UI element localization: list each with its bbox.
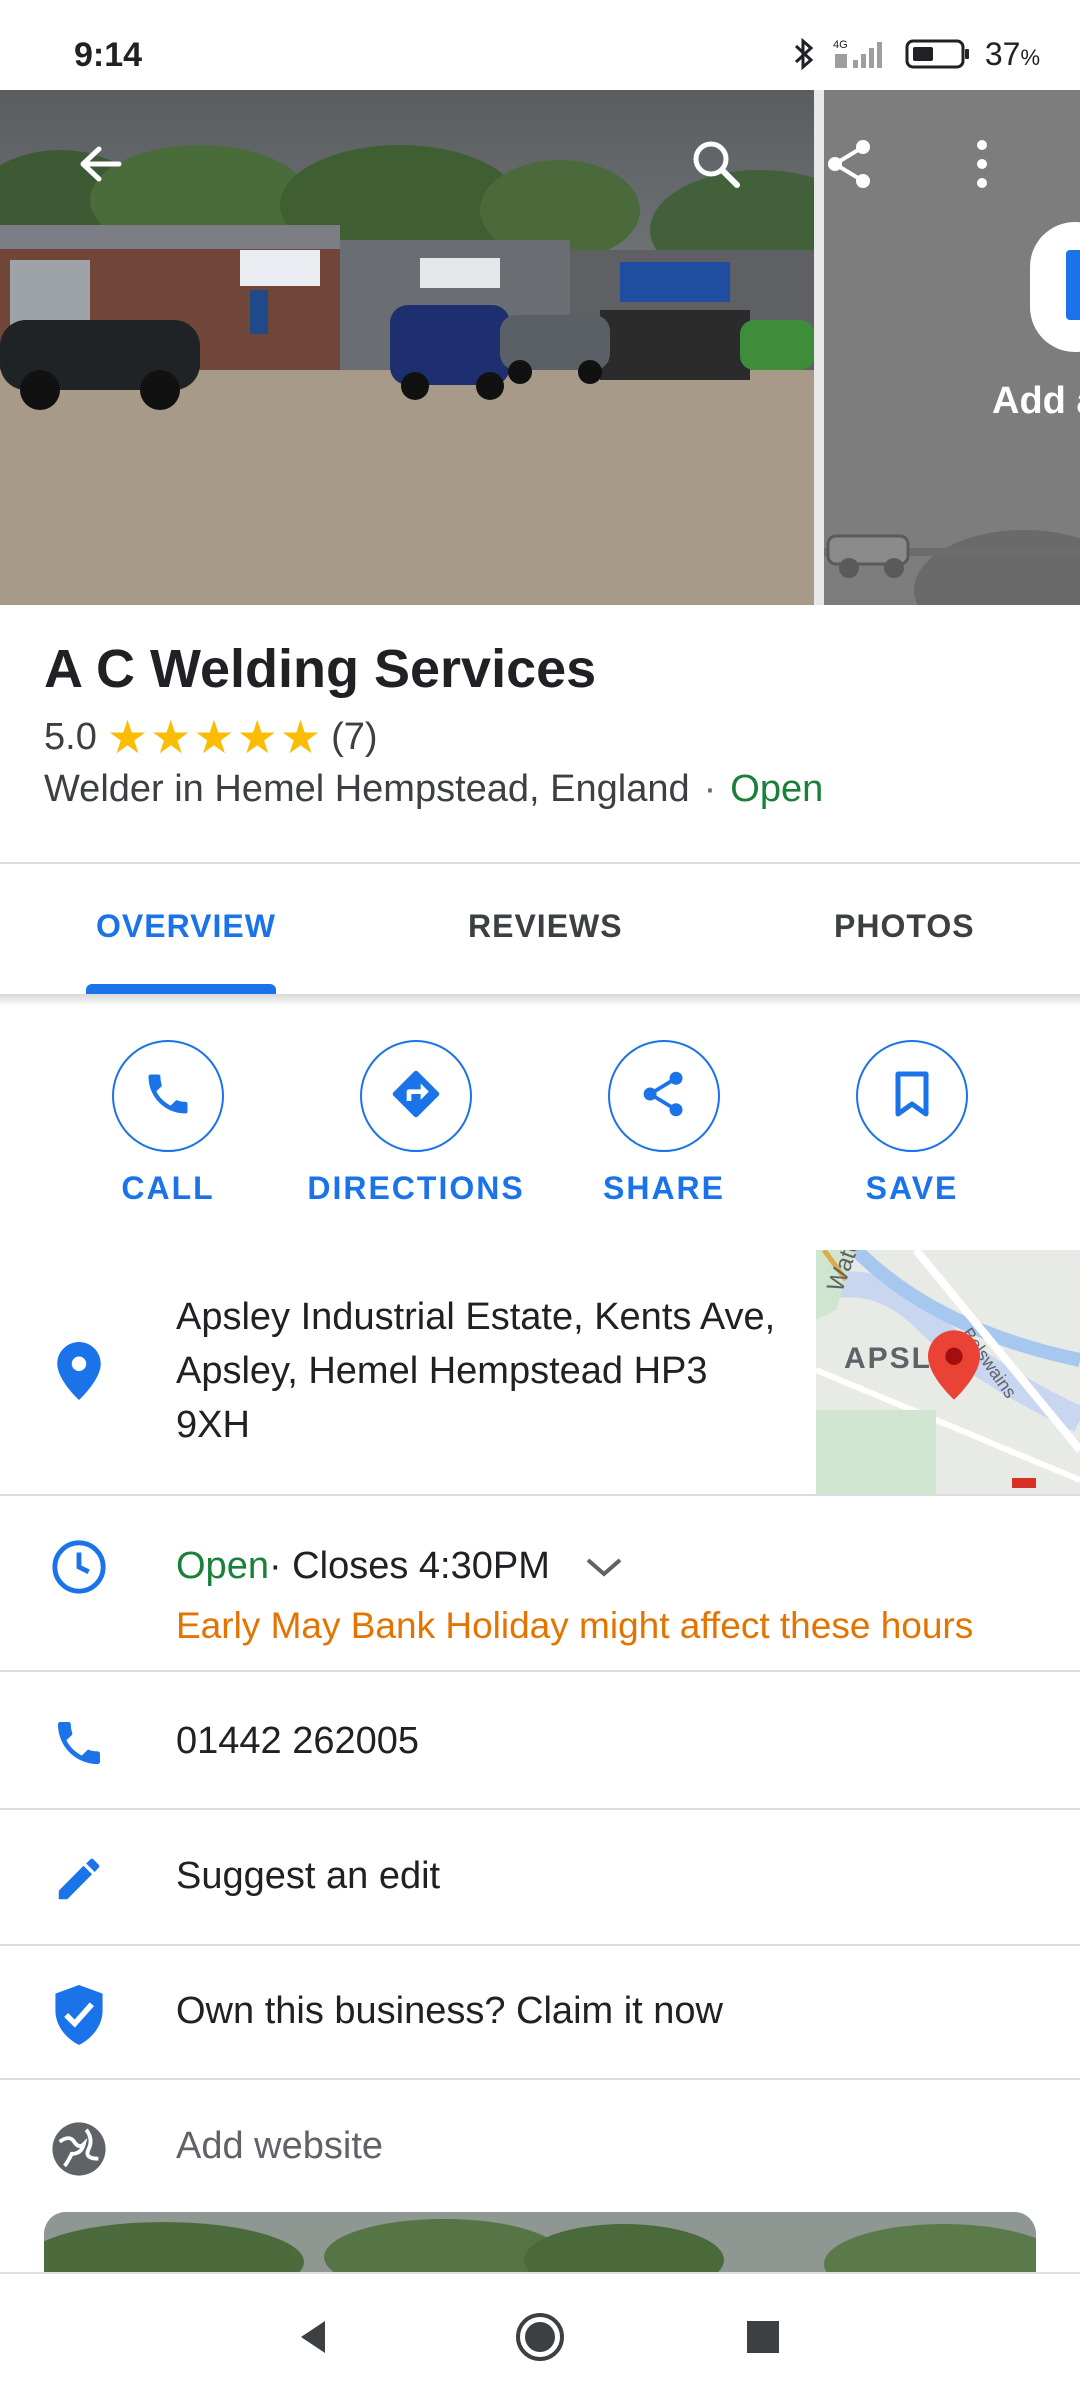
clock-icon — [44, 1532, 114, 1602]
tabs-shadow — [0, 994, 1080, 1006]
star-icon: ★ — [236, 711, 278, 763]
call-label: CALL — [121, 1170, 215, 1206]
search-icon — [689, 137, 743, 196]
share-button[interactable]: SHARE — [544, 1040, 784, 1207]
status-time: 9:14 — [74, 36, 143, 74]
tab-overview[interactable]: OVERVIEW — [96, 908, 276, 945]
claim-business-link[interactable]: Own this business? Claim it now — [176, 1990, 723, 2033]
more-options-button[interactable] — [942, 126, 1022, 206]
divider — [0, 1494, 1080, 1496]
verified-shield-icon — [44, 1980, 114, 2050]
rating-row[interactable]: 5.0 ★ ★ ★ ★ ★ (7) — [44, 710, 378, 764]
rating-stars: ★ ★ ★ ★ ★ — [107, 714, 321, 760]
category-row: Welder in Hemel Hempstead, England · Ope… — [44, 768, 823, 811]
signal-icon: 4G — [831, 36, 891, 72]
hours-closing-time: · Closes 4:30PM — [268, 1545, 550, 1587]
star-icon: ★ — [193, 711, 235, 763]
street-view-preview[interactable] — [44, 2212, 1036, 2272]
globe-icon — [44, 2114, 114, 2184]
divider — [0, 2078, 1080, 2080]
battery-percent: 37% — [984, 35, 1040, 72]
save-label: SAVE — [865, 1170, 959, 1206]
add-photo-icon — [1066, 250, 1080, 320]
phone-number[interactable]: 01442 262005 — [176, 1720, 419, 1763]
suggest-edit-link[interactable]: Suggest an edit — [176, 1855, 440, 1898]
location-pin-icon — [44, 1336, 114, 1406]
map-label-area: APSL — [844, 1342, 933, 1375]
more-vert-icon — [972, 137, 992, 196]
call-circle — [112, 1040, 224, 1152]
nav-back-icon — [293, 2317, 333, 2362]
tab-photos[interactable]: PHOTOS — [834, 908, 975, 945]
bluetooth-icon — [791, 36, 817, 72]
hours-open-status: Open — [176, 1545, 269, 1587]
address-line-1: Apsley Industrial Estate, Kents Ave, — [176, 1296, 776, 1338]
holiday-hours-warning: Early May Bank Holiday might affect thes… — [176, 1605, 974, 1646]
share-icon — [639, 1069, 689, 1124]
nav-home-icon — [513, 2310, 567, 2369]
separator-dot: · — [703, 768, 717, 810]
rating-value: 5.0 — [44, 715, 97, 758]
hours-row[interactable]: Open · Closes 4:30PM — [176, 1545, 624, 1588]
battery-icon — [905, 37, 971, 71]
star-icon: ★ — [279, 711, 322, 763]
phone-icon — [142, 1068, 194, 1125]
active-tab-indicator — [86, 984, 276, 994]
divider — [0, 1944, 1080, 1946]
hero-photos[interactable]: Add a — [0, 90, 1080, 605]
share-icon — [823, 137, 877, 196]
review-count: (7) — [331, 715, 378, 758]
save-button[interactable]: SAVE — [792, 1040, 1032, 1207]
star-icon: ★ — [106, 711, 149, 763]
address-line-3: 9XH — [176, 1404, 250, 1446]
directions-circle — [360, 1040, 472, 1152]
system-nav-bar — [0, 2272, 1080, 2402]
nav-back-button[interactable] — [278, 2304, 348, 2374]
map-pin-icon — [928, 1330, 980, 1405]
directions-button[interactable]: DIRECTIONS — [296, 1040, 536, 1207]
svg-text:4G: 4G — [833, 39, 848, 51]
tab-bar: OVERVIEW REVIEWS PHOTOS — [0, 864, 1080, 994]
directions-label: DIRECTIONS — [307, 1170, 525, 1206]
place-title: A C Welding Services — [44, 639, 597, 699]
save-circle — [856, 1040, 968, 1152]
directions-icon — [388, 1066, 444, 1127]
nav-home-button[interactable] — [505, 2304, 575, 2374]
address-line-2: Apsley, Hemel Hempstead HP3 — [176, 1350, 708, 1392]
star-icon: ★ — [150, 711, 192, 763]
add-website-link[interactable]: Add website — [176, 2125, 383, 2168]
divider — [0, 1670, 1080, 1672]
nav-recents-icon — [745, 2319, 781, 2360]
phone-row-icon — [44, 1708, 114, 1778]
map-thumbnail[interactable]: APSL Belswains Ln Wate — [816, 1250, 1080, 1494]
call-button[interactable]: CALL — [48, 1040, 288, 1207]
place-category: Welder in Hemel Hempstead, England — [44, 768, 690, 810]
pencil-icon — [44, 1844, 114, 1914]
status-bar: 9:14 4G 37% — [0, 0, 1080, 90]
chevron-down-icon[interactable] — [584, 1554, 624, 1580]
nav-recents-button[interactable] — [728, 2304, 798, 2374]
tab-reviews[interactable]: REVIEWS — [468, 908, 623, 945]
back-arrow-icon — [75, 139, 125, 194]
share-label: SHARE — [602, 1170, 725, 1206]
status-icons: 4G 37% — [791, 34, 1040, 74]
open-status: Open — [730, 768, 824, 810]
address-text[interactable]: Apsley Industrial Estate, Kents Ave, Aps… — [176, 1290, 796, 1452]
add-photo-label: Add a — [992, 380, 1080, 422]
search-button[interactable] — [676, 126, 756, 206]
divider — [0, 1808, 1080, 1810]
share-top-button[interactable] — [810, 126, 890, 206]
bookmark-icon — [892, 1070, 932, 1123]
share-circle — [608, 1040, 720, 1152]
back-button[interactable] — [60, 126, 140, 206]
